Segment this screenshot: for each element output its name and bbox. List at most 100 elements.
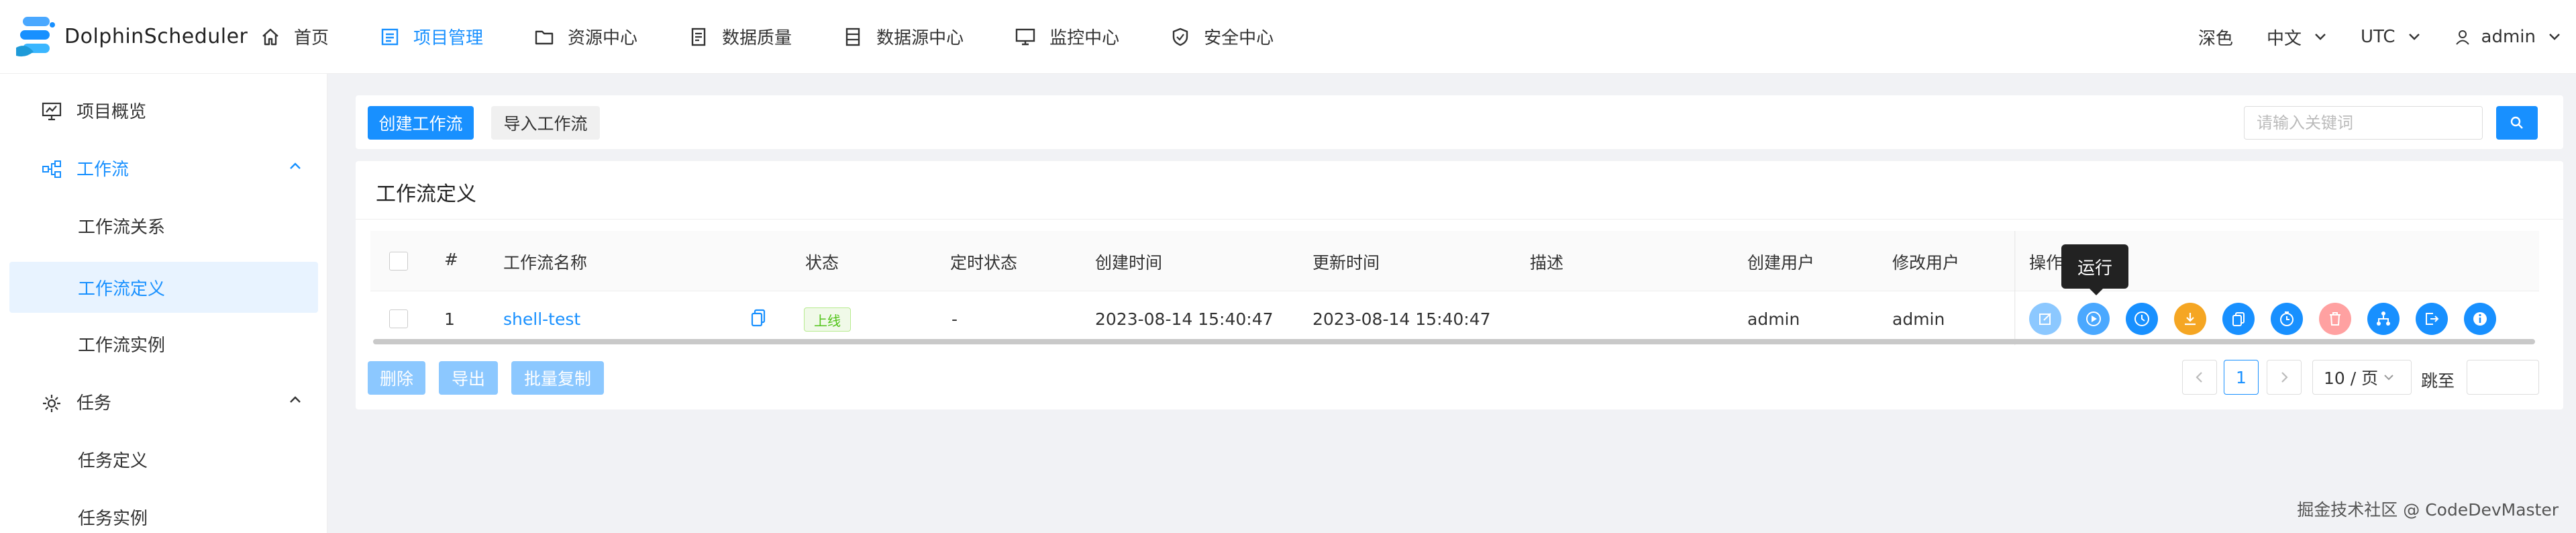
tree-icon [2377,311,2390,326]
database-icon [845,28,860,46]
home-icon [262,28,278,45]
clock-icon [2134,311,2149,326]
sidebar-item-task-definition[interactable]: 任务定义 [9,434,318,485]
column-header: 创建时间 [1095,253,1163,273]
column-header: 定时状态 [950,253,1018,273]
download-icon [2185,313,2196,326]
export-icon [2426,313,2439,325]
folder-icon [535,30,554,44]
nav-item-data-quality[interactable]: 数据质量 [663,0,817,74]
nav-label: 数据质量 [722,28,792,48]
status-badge: 上线 [804,307,851,332]
copy-name-icon[interactable] [750,309,766,328]
schedule-status: - [951,309,958,329]
chevron-up-icon [290,162,301,169]
search-input[interactable] [2244,106,2483,140]
search-button[interactable] [2496,106,2538,140]
delete-button[interactable] [2319,303,2351,335]
column-header: 修改用户 [1892,253,1960,273]
nav-item-monitor[interactable]: 监控中心 [989,0,1145,74]
main-nav: 首页 项目管理 资源中心 数据质量 数据源中心 监控中心 安全中心 [235,0,1299,74]
column-header: 更新时间 [1312,253,1380,273]
document-icon [691,28,706,46]
horizontal-scrollbar[interactable] [373,339,2535,344]
dag-tree-button[interactable] [2367,303,2400,335]
language-select[interactable]: 中文 [2267,25,2327,50]
chevron-down-icon [2384,375,2393,381]
edit-icon [2039,313,2051,325]
divider [356,219,2563,220]
header-right: 深色 中文 UTC admin [2198,0,2576,74]
select-all-checkbox[interactable] [389,252,408,271]
user-menu[interactable]: admin [2455,27,2561,47]
schedule-button[interactable] [2126,303,2158,335]
edit-button[interactable] [2029,303,2061,335]
create-workflow-button[interactable]: 创建工作流 [368,106,474,140]
modifier: admin [1892,309,1945,329]
row-checkbox[interactable] [389,309,408,328]
theme-toggle[interactable]: 深色 [2198,25,2233,50]
batch-copy-button[interactable]: 批量复制 [511,361,604,395]
import-workflow-button[interactable]: 导入工作流 [491,106,600,140]
nav-item-datasource[interactable]: 数据源中心 [817,0,989,74]
sidebar-item-label: 任务 [76,393,112,414]
nav-item-resource[interactable]: 资源中心 [509,0,663,74]
watermark: 掘金技术社区 @ CodeDevMaster [2297,500,2559,520]
column-header: 创建用户 [1747,253,1815,273]
next-page-button[interactable] [2267,360,2302,395]
info-icon [2473,312,2487,326]
nav-item-project[interactable]: 项目管理 [354,0,509,74]
sidebar-item-workflow-definition[interactable]: 工作流定义 [9,262,318,313]
info-button[interactable] [2464,303,2496,335]
chevron-down-icon [2408,34,2420,40]
monitor-icon [1015,28,1035,45]
jump-page-input[interactable] [2467,360,2539,395]
sidebar-item-project-overview[interactable]: 项目概览 [9,85,318,136]
play-icon [2086,311,2101,326]
jump-label: 跳至 [2421,371,2455,391]
dolphin-logo-icon [13,13,59,61]
project-icon [381,28,399,45]
run-button[interactable] [2077,303,2110,335]
logo[interactable]: DolphinScheduler [13,13,248,61]
nav-item-security[interactable]: 安全中心 [1145,0,1299,74]
sidebar-item-label: 工作流实例 [78,335,166,356]
sidebar-item-label: 工作流定义 [78,279,166,299]
copy-button[interactable] [2222,303,2255,335]
column-header: # [444,250,458,269]
sidebar-item-workflow-instance[interactable]: 工作流实例 [9,318,318,369]
download-button[interactable] [2174,303,2206,335]
column-header: 工作流名称 [503,253,588,273]
sidebar: 项目概览 工作流 工作流关系 工作流定义 工作流实例 任务 任务定义 任务实例 [0,74,327,533]
sidebar-item-label: 工作流关系 [78,217,166,238]
sidebar-item-workflow[interactable]: 工作流 [9,142,318,193]
sidebar-item-task-instance[interactable]: 任务实例 [9,491,318,533]
nav-label: 监控中心 [1049,28,1120,48]
user-icon [2455,30,2469,45]
nav-label: 资源中心 [568,28,638,48]
prev-page-button[interactable] [2182,360,2217,395]
timing-button[interactable] [2271,303,2303,335]
chevron-down-icon [2315,34,2326,40]
copy-icon [2232,312,2245,326]
workflow-name-link[interactable]: shell-test [503,309,580,329]
sidebar-item-task[interactable]: 任务 [9,376,318,427]
nav-label: 项目管理 [413,28,484,48]
bulk-delete-button[interactable]: 删除 [368,361,425,395]
sidebar-item-label: 项目概览 [76,101,147,122]
shield-icon [1172,28,1188,46]
timezone-select[interactable]: UTC [2361,27,2421,47]
column-header: 操作 [2029,253,2063,273]
create-time: 2023-08-14 15:40:47 [1095,309,1274,329]
table-header [370,231,2539,291]
page-size-select[interactable]: 10 / 页 [2312,360,2412,395]
page-number[interactable]: 1 [2224,360,2259,395]
bulk-export-button[interactable]: 导出 [439,361,498,395]
nav-item-home[interactable]: 首页 [235,0,354,74]
sidebar-item-workflow-relation[interactable]: 工作流关系 [9,200,318,251]
chevron-right-icon [2281,372,2288,383]
row-index: 1 [444,309,455,329]
export-button[interactable] [2416,303,2448,335]
sidebar-item-label: 任务实例 [78,508,148,529]
column-header: 状态 [805,253,839,273]
